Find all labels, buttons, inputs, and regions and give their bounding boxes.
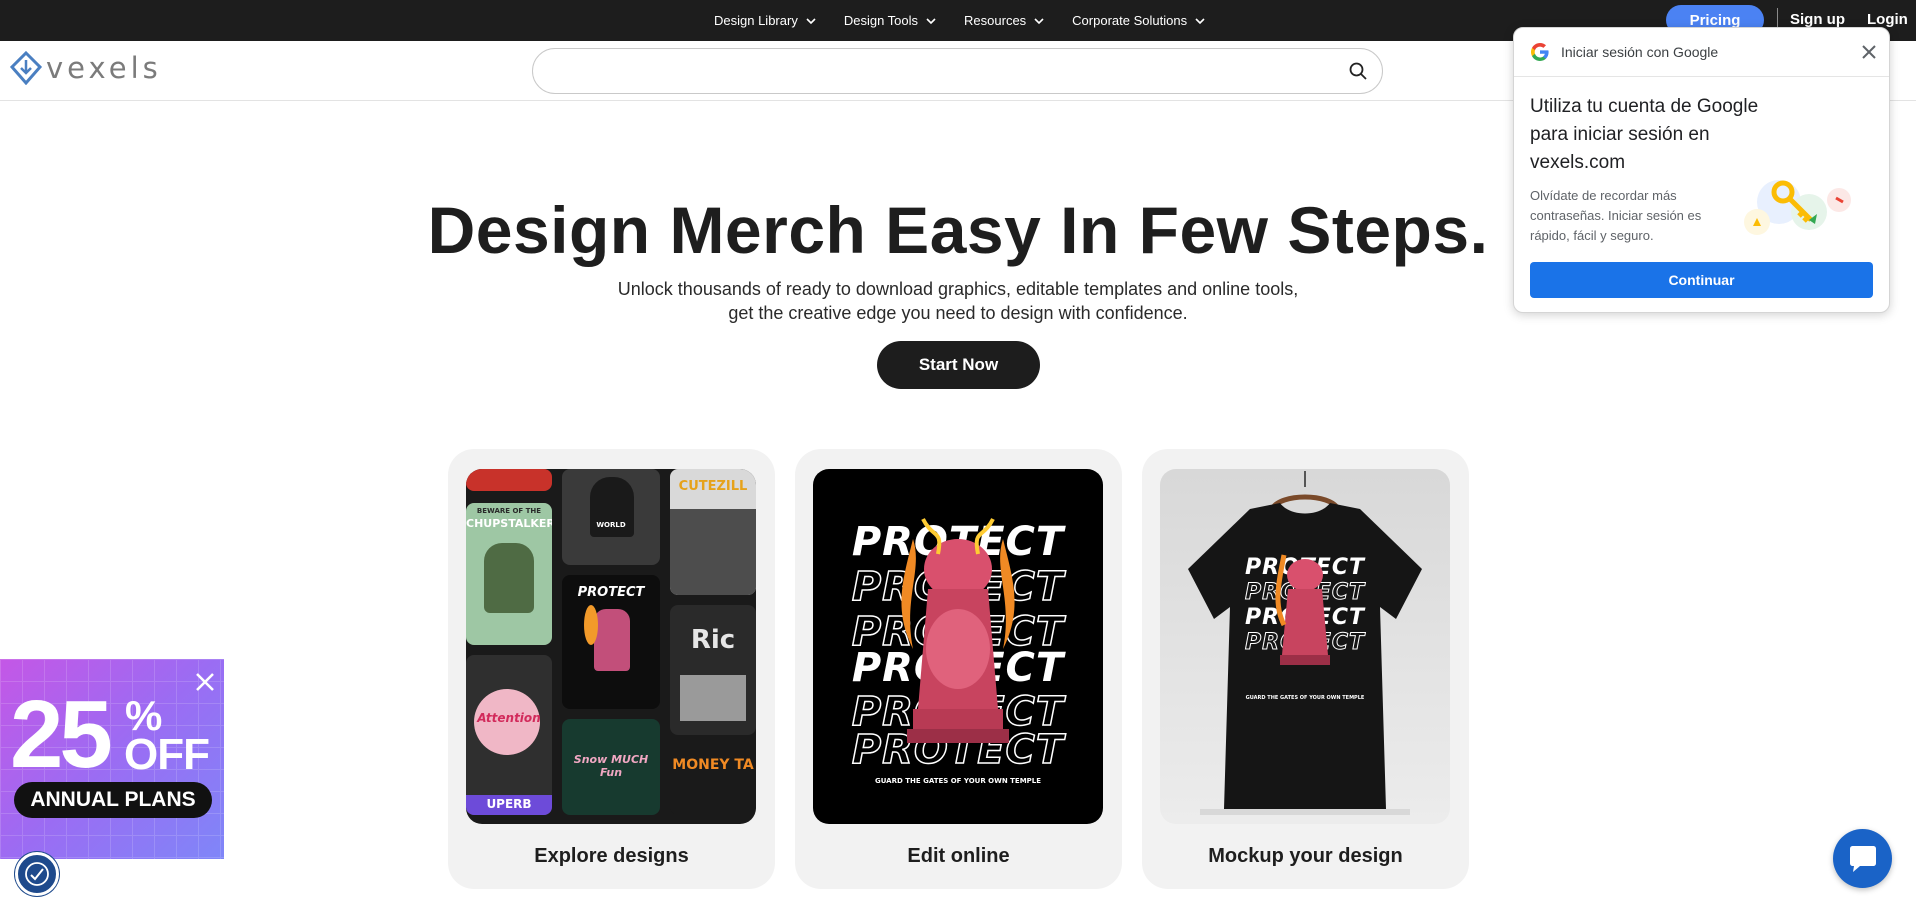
- google-logo-icon: [1531, 43, 1549, 61]
- close-icon[interactable]: [194, 671, 216, 693]
- tile-snow-text: Snow MUCH Fun: [573, 753, 649, 779]
- start-now-button[interactable]: Start Now: [877, 341, 1040, 389]
- tile-beware-main: CHUPSTALKER: [466, 517, 552, 530]
- lion-statue-illustration: [901, 518, 1015, 743]
- close-icon[interactable]: [1859, 42, 1879, 62]
- hero-subtitle-line-1: Unlock thousands of ready to download gr…: [617, 279, 1299, 299]
- edit-online-artwork: PROTECT PROTECT PROTECT PROTECT PROTECT …: [813, 469, 1103, 824]
- logo-text: vexels: [46, 51, 162, 85]
- chevron-down-icon: [1195, 17, 1205, 24]
- hero-subtitle-line-2: get the creative edge you need to design…: [728, 303, 1188, 323]
- tile-attention-text: Attention: [477, 711, 541, 725]
- promo-badge: ANNUAL PLANS: [14, 782, 212, 818]
- chat-icon: [1849, 845, 1876, 872]
- nav-resources[interactable]: Resources: [964, 13, 1044, 28]
- nav-design-library[interactable]: Design Library: [714, 13, 816, 28]
- protect-design: PROTECT PROTECT PROTECT PROTECT PROTECT …: [813, 469, 1103, 824]
- chevron-down-icon: [1034, 17, 1044, 24]
- tile-world-text: WORLD: [596, 521, 626, 529]
- tile-creature-illustration: [484, 543, 534, 613]
- google-signin-popup: Iniciar sesión con Google Utiliza tu cue…: [1513, 27, 1890, 313]
- tshirt-mockup: PROTECT PROTECT PROTECT PROTECT GUARD TH…: [1160, 469, 1450, 824]
- mockup-tagline: GUARD THE GATES OF YOUR OWN TEMPLE: [1245, 695, 1365, 701]
- vexels-logo[interactable]: vexels: [10, 51, 162, 85]
- key-illustration-icon: [1744, 180, 1851, 235]
- tile-money-image: [680, 675, 746, 721]
- tile-ric-text: Ric: [690, 625, 736, 655]
- promo-off-text: OFF: [124, 730, 210, 779]
- promo-discount-number: 25: [10, 681, 113, 788]
- card-label: Edit online: [907, 845, 1010, 867]
- collage-tile-ric: Ric: [670, 605, 756, 735]
- vexels-logo-icon: [10, 51, 42, 85]
- nav-corporate-solutions-label: Corporate Solutions: [1072, 13, 1188, 28]
- tile-bottom-text: UPERB: [486, 797, 532, 811]
- collage-tile-snow: Snow MUCH Fun: [562, 719, 660, 815]
- login-link[interactable]: Login: [1867, 11, 1908, 28]
- hero-subtitle: Unlock thousands of ready to download gr…: [558, 277, 1358, 325]
- tile-money-text: MONEY TA: [672, 757, 754, 773]
- tile-cutezilla-text: CUTEZILL: [678, 479, 748, 494]
- chevron-down-icon: [806, 17, 816, 24]
- top-nav-menu: Design Library Design Tools Resources Co…: [714, 0, 1205, 41]
- explore-designs-collage: BEWARE OF THE CHUPSTALKER Attention UPER…: [466, 469, 756, 824]
- collage-tile-world: WORLD: [562, 469, 660, 565]
- mockup-statue: [1275, 554, 1330, 665]
- card-mockup[interactable]: PROTECT PROTECT PROTECT PROTECT GUARD TH…: [1142, 449, 1469, 889]
- card-explore-designs[interactable]: BEWARE OF THE CHUPSTALKER Attention UPER…: [448, 449, 775, 889]
- protect-tagline: GUARD THE GATES OF YOUR OWN TEMPLE: [874, 777, 1042, 785]
- google-popup-header-text: Iniciar sesión con Google: [1561, 44, 1719, 60]
- search-icon[interactable]: [1348, 61, 1368, 81]
- tile-protect-text: PROTECT: [577, 585, 645, 600]
- nav-design-tools-label: Design Tools: [843, 13, 919, 28]
- continue-button[interactable]: Continuar: [1530, 262, 1873, 298]
- nav-design-tools[interactable]: Design Tools: [844, 13, 936, 28]
- tile-buildings: [670, 509, 756, 595]
- google-popup-description: Olvídate de recordar más contraseñas. In…: [1530, 188, 1702, 243]
- collage-tile-money: MONEY TA: [670, 745, 756, 815]
- search-bar[interactable]: [532, 48, 1383, 94]
- nav-resources-label: Resources: [964, 13, 1027, 28]
- card-label: Mockup your design: [1208, 845, 1403, 867]
- card-edit-online[interactable]: PROTECT PROTECT PROTECT PROTECT PROTECT …: [795, 449, 1122, 889]
- tile-statue: [594, 609, 630, 671]
- google-popup-header: Iniciar sesión con Google: [1514, 28, 1889, 77]
- nav-corporate-solutions[interactable]: Corporate Solutions: [1072, 13, 1205, 28]
- annual-plans-promo[interactable]: 25 % OFF ANNUAL PLANS: [0, 659, 224, 859]
- collage-tile-attention: Attention UPERB: [466, 655, 552, 815]
- collage-tile-beware: BEWARE OF THE CHUPSTALKER: [466, 503, 552, 645]
- tile-beware-top: BEWARE OF THE: [476, 507, 542, 515]
- tile-flame: [584, 605, 598, 645]
- card-label: Explore designs: [534, 845, 689, 867]
- nav-design-library-label: Design Library: [714, 13, 798, 28]
- collage-tile-cutezilla: CUTEZILL: [670, 469, 756, 595]
- google-popup-title: Utiliza tu cuenta de Google para iniciar…: [1530, 96, 1759, 173]
- collage-tile: [466, 469, 552, 491]
- chat-button[interactable]: [1833, 829, 1892, 888]
- accessibility-icon: [25, 862, 49, 886]
- search-input[interactable]: [553, 57, 1313, 85]
- chevron-down-icon: [926, 17, 936, 24]
- accessibility-button[interactable]: [15, 852, 59, 896]
- collage-tile-protect: PROTECT: [562, 575, 660, 709]
- signup-link[interactable]: Sign up: [1790, 11, 1845, 28]
